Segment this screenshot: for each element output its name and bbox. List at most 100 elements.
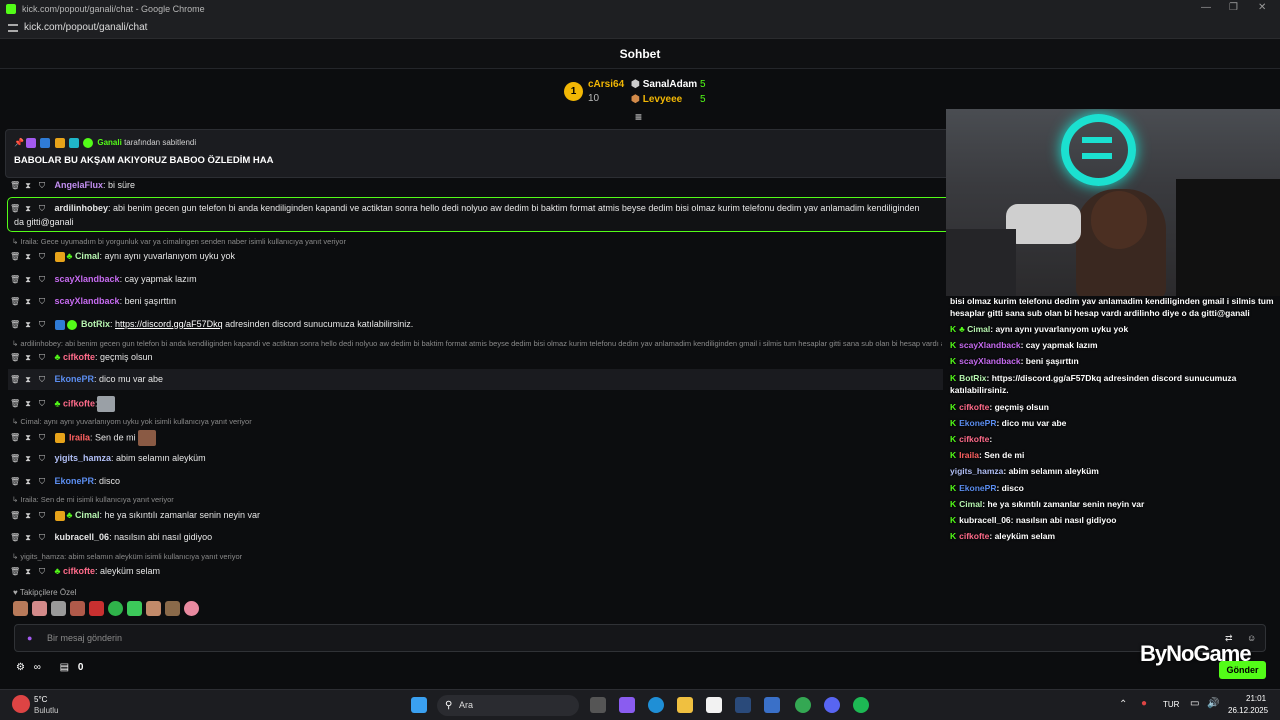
chat-message[interactable]: 🗑 ⧗ ⛉ scayXlandback: cay yapmak lazım bbox=[10, 274, 945, 285]
maximize-icon[interactable]: ❐ bbox=[1229, 2, 1238, 13]
chat-message[interactable]: 🗑 ⧗ ⛉ ♣ Cimal: aynı aynı yuvarlanıyom uyku… bbox=[10, 251, 945, 262]
chat-message[interactable]: 🗑 ⧗ ⛉ Iraila: Sen de mi bbox=[10, 430, 945, 446]
ban-icon[interactable]: ⛉ bbox=[38, 433, 46, 443]
ban-icon[interactable]: ⛉ bbox=[38, 181, 46, 191]
timeout-icon[interactable]: ⧗ bbox=[24, 204, 32, 214]
face-emote[interactable] bbox=[138, 430, 157, 446]
delete-icon[interactable]: 🗑 bbox=[10, 375, 20, 384]
chat-username[interactable]: Cimal bbox=[75, 251, 100, 261]
delete-icon[interactable]: 🗑 bbox=[10, 399, 20, 408]
chat-message[interactable]: 🗑 ⧗ ⛉ kubracell_06: nasılsın abi nasıl gid… bbox=[10, 532, 945, 543]
pinned-by-user[interactable]: Ganali bbox=[97, 138, 121, 147]
chat-message[interactable]: 🗑 ⧗ ⛉ scayXlandback: beni şaşırttın bbox=[10, 296, 945, 307]
chat-username[interactable]: ardilinhobey bbox=[55, 203, 109, 213]
delete-icon[interactable]: 🗑 bbox=[10, 353, 20, 362]
ban-icon[interactable]: ⛉ bbox=[38, 297, 46, 307]
copilot-icon[interactable] bbox=[619, 697, 635, 713]
infinity-icon[interactable]: ∞ bbox=[34, 662, 41, 673]
discord-link[interactable]: https://discord.gg/aF57Dkq bbox=[115, 319, 223, 329]
microphone-icon[interactable]: ● bbox=[27, 625, 32, 651]
emote-button[interactable] bbox=[51, 601, 66, 616]
timeout-icon[interactable]: ⧗ bbox=[24, 275, 32, 285]
chat-username[interactable]: Cimal bbox=[75, 510, 100, 520]
chat-message[interactable]: 🗑 ⧗ ⛉ ♣ cifkofte: geçmiş olsun bbox=[10, 352, 945, 363]
chat-message[interactable]: 🗑 ⧗ ⛉ AngelaFlux: bi süre bbox=[10, 180, 945, 191]
tray-chevron-icon[interactable]: ⌃ bbox=[1119, 699, 1127, 710]
emote-button[interactable] bbox=[127, 601, 142, 616]
cat-emote[interactable] bbox=[97, 396, 116, 412]
chat-username[interactable]: cifkofte bbox=[63, 566, 95, 576]
chat-username[interactable]: yigits_hamza bbox=[55, 453, 112, 463]
ban-icon[interactable]: ⛉ bbox=[38, 533, 46, 543]
reply-context[interactable]: ↳ Cimal: aynı aynı yuvarlanıyom uyku yok… bbox=[12, 417, 252, 426]
timeout-icon[interactable]: ⧗ bbox=[24, 297, 32, 307]
timeout-icon[interactable]: ⧗ bbox=[24, 454, 32, 464]
weather-temp[interactable]: 5°C bbox=[34, 695, 47, 704]
edge-icon[interactable] bbox=[648, 697, 664, 713]
ban-icon[interactable]: ⛉ bbox=[38, 353, 46, 363]
ban-icon[interactable]: ⛉ bbox=[38, 320, 46, 330]
chat-message[interactable]: 🗑 ⧗ ⛉ ♣ Cimal: he ya sıkıntılı zamanlar se… bbox=[10, 510, 945, 521]
close-icon[interactable]: ✕ bbox=[1258, 2, 1266, 13]
clock-time[interactable]: 21:01 bbox=[1246, 694, 1266, 703]
emote-button[interactable] bbox=[13, 601, 28, 616]
chat-message[interactable]: 🗑 ⧗ ⛉ yigits_hamza: abim selamın aleyküm bbox=[10, 453, 945, 464]
timeout-icon[interactable]: ⧗ bbox=[24, 353, 32, 363]
timeout-icon[interactable]: ⧗ bbox=[24, 533, 32, 543]
emote-button[interactable] bbox=[32, 601, 47, 616]
volume-icon[interactable]: 🔊 bbox=[1207, 698, 1219, 709]
settings-icon[interactable]: ⚙ bbox=[16, 662, 25, 673]
chat-message[interactable]: 🗑 ⧗ ⛉ EkonePR: disco bbox=[10, 476, 945, 487]
delete-icon[interactable]: 🗑 bbox=[10, 511, 20, 520]
spotify-icon[interactable] bbox=[853, 697, 869, 713]
chat-username[interactable]: EkonePR bbox=[55, 476, 95, 486]
task-view-icon[interactable] bbox=[590, 697, 606, 713]
delete-icon[interactable]: 🗑 bbox=[10, 252, 20, 261]
discord-icon[interactable] bbox=[824, 697, 840, 713]
chat-message-hovered[interactable]: 🗑 ⧗ ⛉ EkonePR: dico mu var abe bbox=[8, 369, 943, 390]
taskbar-search[interactable]: Ara bbox=[437, 695, 579, 716]
timeout-icon[interactable]: ⧗ bbox=[24, 181, 32, 191]
timeout-icon[interactable]: ⧗ bbox=[24, 252, 32, 262]
delete-icon[interactable]: 🗑 bbox=[10, 533, 20, 542]
chat-username[interactable]: Iraila bbox=[69, 432, 90, 442]
store-icon[interactable] bbox=[706, 697, 722, 713]
address-bar[interactable]: kick.com/popout/ganali/chat bbox=[0, 17, 1280, 39]
ban-icon[interactable]: ⛉ bbox=[38, 454, 46, 464]
steam-icon[interactable] bbox=[735, 697, 751, 713]
address-url[interactable]: kick.com/popout/ganali/chat bbox=[24, 22, 147, 33]
delete-icon[interactable]: 🗑 bbox=[10, 204, 20, 213]
file-explorer-icon[interactable] bbox=[677, 697, 693, 713]
clock-date[interactable]: 26.12.2025 bbox=[1228, 706, 1268, 715]
timeout-icon[interactable]: ⧗ bbox=[24, 433, 32, 443]
emote-button[interactable] bbox=[108, 601, 123, 616]
ban-icon[interactable]: ⛉ bbox=[38, 204, 46, 214]
timeout-icon[interactable]: ⧗ bbox=[24, 399, 32, 409]
ban-icon[interactable]: ⛉ bbox=[38, 375, 46, 385]
ban-icon[interactable]: ⛉ bbox=[38, 252, 46, 262]
delete-icon[interactable]: 🗑 bbox=[10, 297, 20, 306]
timeout-icon[interactable]: ⧗ bbox=[24, 320, 32, 330]
language-indicator[interactable]: TUR bbox=[1163, 700, 1179, 709]
delete-icon[interactable]: 🗑 bbox=[10, 567, 20, 576]
emote-button[interactable] bbox=[70, 601, 85, 616]
ban-icon[interactable]: ⛉ bbox=[38, 511, 46, 521]
send-button[interactable]: Gönder bbox=[1219, 661, 1266, 679]
reply-context[interactable]: ↳ Iraila: Sen de mi isimli kullanıcıya y… bbox=[12, 495, 174, 504]
timeout-icon[interactable]: ⧗ bbox=[24, 511, 32, 521]
minimize-icon[interactable]: — bbox=[1201, 2, 1211, 13]
delete-icon[interactable]: 🗑 bbox=[10, 454, 20, 463]
expand-leaderboard-icon[interactable]: ≡ bbox=[635, 110, 642, 124]
leader-name-1[interactable]: cArsi64 bbox=[588, 79, 624, 90]
reply-context[interactable]: ↳ yigits_hamza: abim selamın aleyküm isi… bbox=[12, 552, 242, 561]
emote-button[interactable] bbox=[184, 601, 199, 616]
ban-icon[interactable]: ⛉ bbox=[38, 399, 46, 409]
mail-icon[interactable] bbox=[764, 697, 780, 713]
chat-message[interactable]: 🗑 ⧗ ⛉ ardilinhobey: abi benim gecen gun te… bbox=[10, 203, 945, 214]
chrome-icon[interactable] bbox=[795, 697, 811, 713]
weather-icon[interactable] bbox=[12, 695, 30, 713]
chat-message[interactable]: 🗑 ⧗ ⛉ BotRix: https://discord.gg/aF57Dkq a… bbox=[10, 319, 945, 330]
site-settings-icon[interactable] bbox=[8, 23, 18, 32]
reply-context[interactable]: ↳ ardilinhobey: abi benim gecen gun tele… bbox=[12, 339, 942, 348]
emote-button[interactable] bbox=[165, 601, 180, 616]
